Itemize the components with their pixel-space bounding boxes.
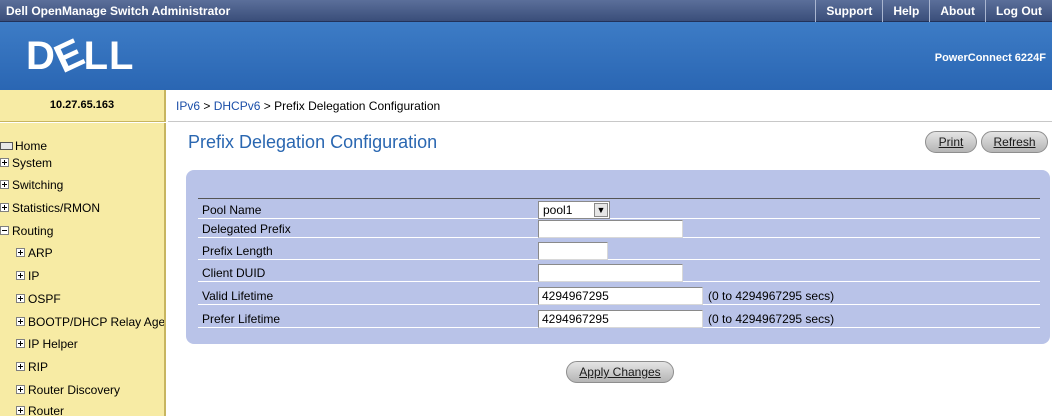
expand-icon[interactable]: [16, 248, 25, 258]
support-link[interactable]: Support: [815, 0, 882, 22]
valid-lifetime-input[interactable]: [538, 287, 703, 305]
home-icon: [0, 141, 13, 150]
header-banner: DELL PowerConnect 6224F: [0, 22, 1052, 90]
apply-changes-button[interactable]: Apply Changes: [566, 361, 674, 383]
config-panel: Pool Name pool1 ▼ Delegated Prefix Prefi…: [186, 170, 1050, 344]
prefer-lifetime-range: (0 to 4294967295 secs): [708, 312, 835, 326]
sidebar-item-switching[interactable]: Switching: [0, 176, 63, 194]
collapse-icon[interactable]: [0, 226, 9, 236]
device-ip: 10.27.65.163: [0, 90, 166, 122]
prefer-lifetime-label: Prefer Lifetime: [202, 312, 281, 326]
sidebar-item-rip[interactable]: RIP: [16, 358, 48, 376]
sidebar-item-ospf[interactable]: OSPF: [16, 290, 61, 308]
logout-link[interactable]: Log Out: [985, 0, 1052, 22]
sidebar-item-ip-helper[interactable]: IP Helper: [16, 335, 78, 353]
expand-icon[interactable]: [16, 406, 25, 416]
breadcrumb-separator: >: [200, 99, 214, 113]
sidebar-item-router[interactable]: Router: [16, 402, 64, 416]
expand-icon[interactable]: [16, 317, 25, 327]
chevron-down-icon[interactable]: ▼: [594, 203, 608, 217]
breadcrumb-separator: >: [260, 99, 275, 113]
dell-logo: DELL: [26, 30, 135, 82]
client-duid-label: Client DUID: [202, 266, 266, 280]
sidebar-item-bootp-dhcp-relay[interactable]: BOOTP/DHCP Relay Agent: [16, 313, 164, 331]
sidebar-item-system[interactable]: System: [0, 154, 52, 172]
breadcrumb-current: Prefix Delegation Configuration: [274, 99, 441, 113]
expand-icon[interactable]: [16, 362, 25, 372]
sidebar-item-ip[interactable]: IP: [16, 267, 39, 285]
about-link[interactable]: About: [929, 0, 985, 22]
sidebar-tree: Home System Switching Statistics/RMON Ro…: [0, 123, 166, 416]
panel-divider: [198, 198, 1040, 199]
device-model: PowerConnect 6224F: [934, 52, 1046, 64]
delegated-prefix-row: Delegated Prefix: [198, 220, 1040, 238]
prefer-lifetime-row: Prefer Lifetime (0 to 4294967295 secs): [198, 310, 1040, 328]
sidebar-item-routing[interactable]: Routing: [0, 222, 53, 240]
valid-lifetime-row: Valid Lifetime (0 to 4294967295 secs): [198, 287, 1040, 305]
breadcrumb: IPv6 > DHCPv6 > Prefix Delegation Config…: [176, 99, 440, 113]
app-title: Dell OpenManage Switch Administrator: [6, 4, 231, 18]
top-bar: Dell OpenManage Switch Administrator Sup…: [0, 0, 1052, 22]
pool-name-row: Pool Name pool1 ▼: [198, 201, 1040, 219]
expand-icon[interactable]: [16, 385, 25, 395]
print-button[interactable]: Print: [925, 131, 977, 153]
breadcrumb-bar: IPv6 > DHCPv6 > Prefix Delegation Config…: [168, 90, 1052, 122]
pool-name-select[interactable]: pool1 ▼: [538, 201, 610, 219]
prefix-length-label: Prefix Length: [202, 244, 273, 258]
delegated-prefix-label: Delegated Prefix: [202, 222, 291, 236]
sidebar-item-arp[interactable]: ARP: [16, 244, 53, 262]
top-nav: Support Help About Log Out: [815, 0, 1052, 22]
breadcrumb-dhcpv6[interactable]: DHCPv6: [214, 99, 261, 113]
prefix-length-row: Prefix Length: [198, 242, 1040, 260]
delegated-prefix-input[interactable]: [538, 220, 683, 238]
prefix-length-input[interactable]: [538, 242, 608, 260]
expand-icon[interactable]: [16, 271, 25, 281]
expand-icon[interactable]: [0, 158, 9, 168]
refresh-button[interactable]: Refresh: [981, 131, 1048, 153]
prefer-lifetime-input[interactable]: [538, 310, 703, 328]
pool-name-label: Pool Name: [202, 203, 262, 217]
sidebar-item-statistics-rmon[interactable]: Statistics/RMON: [0, 199, 100, 217]
expand-icon[interactable]: [0, 203, 9, 213]
expand-icon[interactable]: [16, 339, 25, 349]
client-duid-input[interactable]: [538, 264, 683, 282]
expand-icon[interactable]: [0, 180, 9, 190]
sidebar-item-home[interactable]: Home: [0, 137, 47, 155]
expand-icon[interactable]: [16, 294, 25, 304]
valid-lifetime-label: Valid Lifetime: [202, 289, 274, 303]
client-duid-row: Client DUID: [198, 264, 1040, 282]
breadcrumb-ipv6[interactable]: IPv6: [176, 99, 200, 113]
page-title: Prefix Delegation Configuration: [188, 132, 438, 152]
valid-lifetime-range: (0 to 4294967295 secs): [708, 289, 835, 303]
help-link[interactable]: Help: [882, 0, 929, 22]
sidebar-item-router-discovery[interactable]: Router Discovery: [16, 381, 120, 399]
